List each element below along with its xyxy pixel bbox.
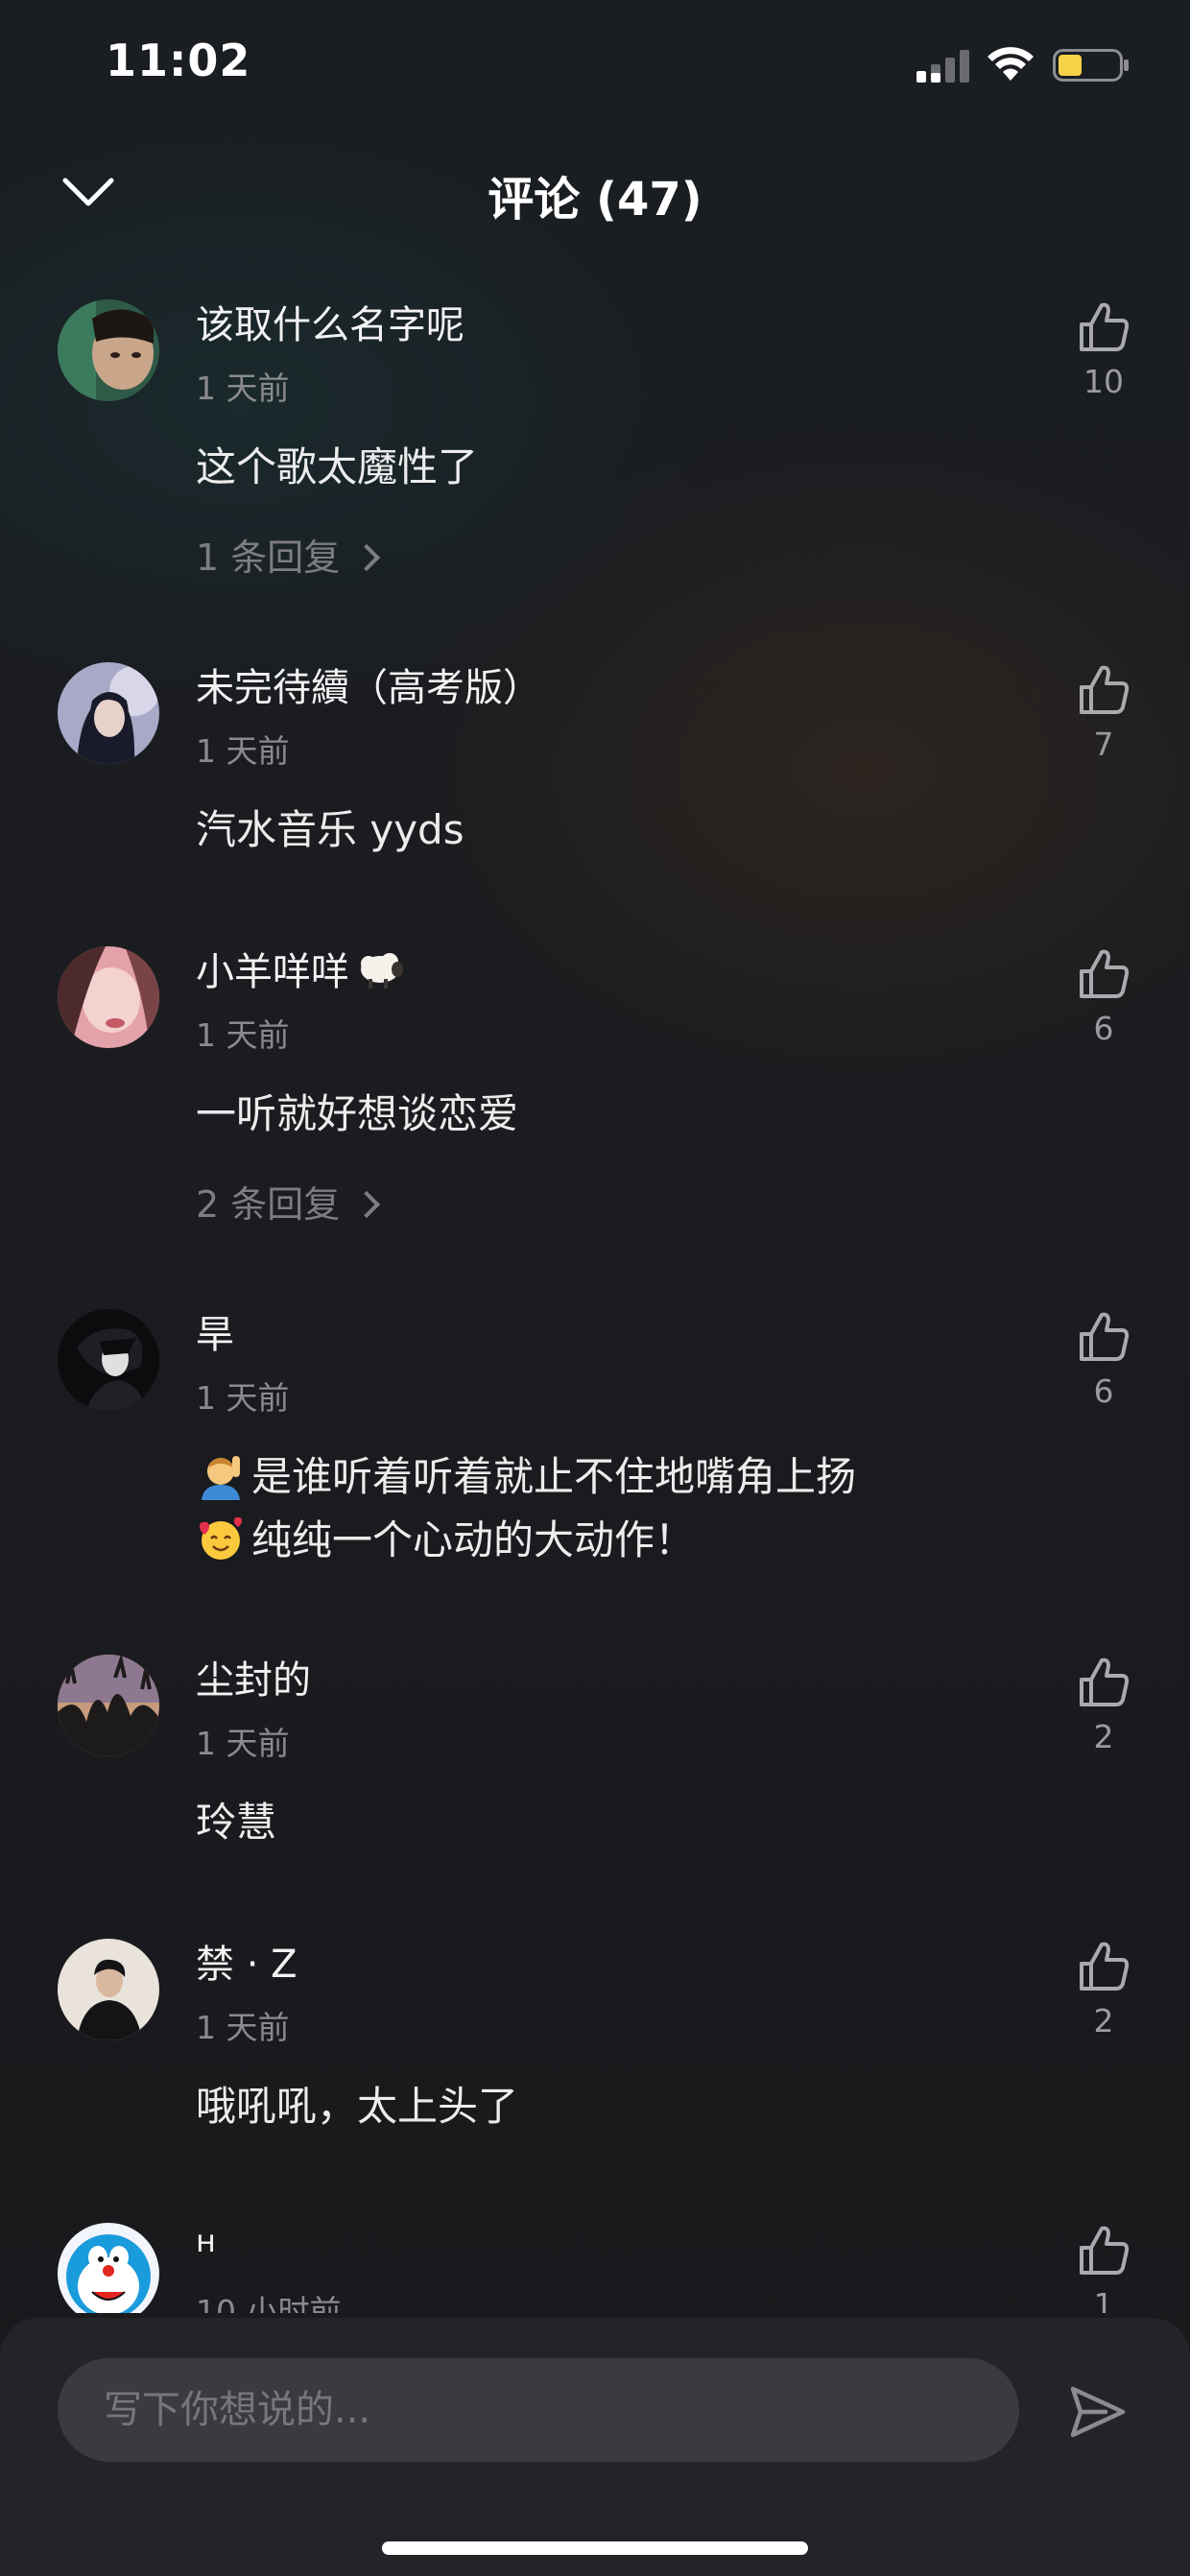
comment-text-line: 是谁听着听着就止不住地嘴角上扬 xyxy=(196,1445,856,1509)
comment-text: 是谁听着听着就止不住地嘴角上扬 纯纯一个心动的大动作！ xyxy=(196,1445,856,1572)
like-button[interactable]: 6 xyxy=(1065,946,1142,1047)
like-count: 10 xyxy=(1083,363,1124,400)
avatar[interactable] xyxy=(58,946,159,1048)
replies-link[interactable]: 2 条回复 xyxy=(196,1175,381,1228)
avatar[interactable] xyxy=(58,1939,159,2040)
username[interactable]: 该取什么名字呢 xyxy=(196,294,464,349)
thumbs-up-icon xyxy=(1080,2226,1130,2275)
like-button[interactable]: 2 xyxy=(1065,1939,1142,2039)
timestamp: 10 小时前 xyxy=(196,2293,342,2313)
thumbs-up-icon xyxy=(1080,949,1130,998)
comment-text: 哦吼吼，太上头了 xyxy=(196,2083,519,2130)
username[interactable]: 小羊咩咩 xyxy=(196,941,403,996)
username-text: 小羊咩咩 xyxy=(196,950,349,994)
thumbs-up-icon xyxy=(1080,1312,1130,1361)
replies-link[interactable]: 1 条回复 xyxy=(196,528,381,581)
avatar[interactable] xyxy=(58,1309,159,1411)
like-button[interactable]: 6 xyxy=(1065,1309,1142,1410)
timestamp: 1 天前 xyxy=(196,370,290,407)
comment-text: 汽水音乐 yyds xyxy=(196,806,464,853)
username[interactable]: 旱 xyxy=(196,1303,234,1359)
comment-input-bar xyxy=(0,2318,1190,2576)
like-count: 6 xyxy=(1093,1010,1114,1047)
like-button[interactable]: 7 xyxy=(1065,662,1142,763)
timestamp: 1 天前 xyxy=(196,2009,290,2046)
avatar[interactable] xyxy=(58,299,159,401)
send-icon[interactable] xyxy=(1067,2381,1129,2443)
replies-label: 2 条回复 xyxy=(196,1183,341,1226)
comment-list[interactable]: 该取什么名字呢 1 天前 这个歌太魔性了 1 条回复 10 未完待續（高考版） … xyxy=(0,0,1190,2313)
avatar[interactable] xyxy=(58,662,159,764)
like-count: 2 xyxy=(1093,1718,1114,1755)
person-raising-hand-emoji xyxy=(202,1456,240,1500)
like-button[interactable]: 10 xyxy=(1065,299,1142,400)
like-count: 1 xyxy=(1093,2286,1114,2313)
thumbs-up-icon xyxy=(1080,665,1130,714)
thumbs-up-icon xyxy=(1080,1658,1130,1706)
avatar[interactable] xyxy=(58,2223,159,2313)
avatar[interactable] xyxy=(58,1655,159,1756)
comment-text-line1: 是谁听着听着就止不住地嘴角上扬 xyxy=(251,1453,857,1500)
like-count: 7 xyxy=(1093,726,1114,763)
timestamp: 1 天前 xyxy=(196,1379,290,1417)
comment-text-line: 纯纯一个心动的大动作！ xyxy=(196,1509,856,1572)
username[interactable]: ʜ xyxy=(196,2223,216,2259)
comment-input[interactable] xyxy=(58,2358,1019,2462)
thumbs-up-icon xyxy=(1080,302,1130,351)
username[interactable]: 尘封的 xyxy=(196,1649,311,1705)
thumbs-up-icon xyxy=(1080,1942,1130,1991)
smiling-face-with-hearts-emoji xyxy=(200,1516,242,1560)
like-count: 6 xyxy=(1093,1372,1114,1410)
like-button[interactable]: 2 xyxy=(1065,1655,1142,1755)
like-count: 2 xyxy=(1093,2002,1114,2039)
username[interactable]: 禁 · Z xyxy=(196,1933,298,1989)
comment-text: 玲慧 xyxy=(196,1799,277,1846)
chevron-right-icon xyxy=(353,1190,381,1219)
comment-text: 这个歌太魔性了 xyxy=(196,443,479,490)
home-indicator xyxy=(382,2541,808,2555)
timestamp: 1 天前 xyxy=(196,732,290,770)
replies-label: 1 条回复 xyxy=(196,537,341,579)
sheep-emoji xyxy=(361,953,403,989)
like-button[interactable]: 1 xyxy=(1065,2223,1142,2313)
comment-text: 一听就好想谈恋爱 xyxy=(196,1090,519,1137)
username[interactable]: 未完待續（高考版） xyxy=(196,656,541,712)
timestamp: 1 天前 xyxy=(196,1016,290,1054)
chevron-right-icon xyxy=(353,543,381,572)
comment-text-line2: 纯纯一个心动的大动作！ xyxy=(251,1516,696,1563)
timestamp: 1 天前 xyxy=(196,1725,290,1762)
